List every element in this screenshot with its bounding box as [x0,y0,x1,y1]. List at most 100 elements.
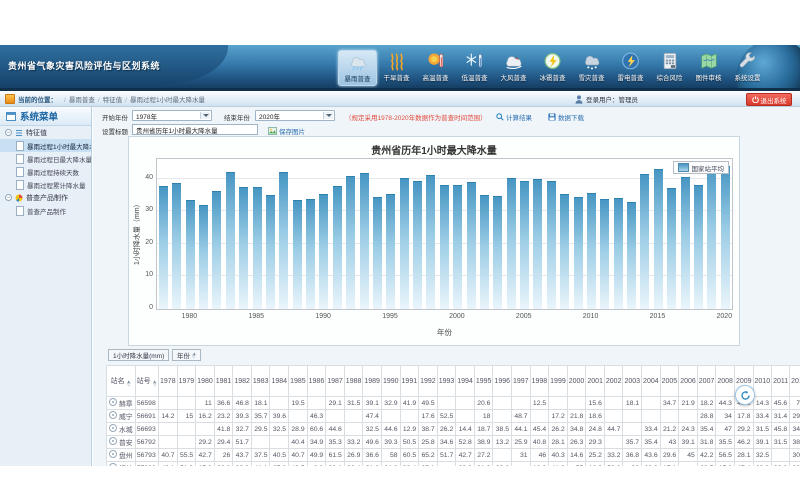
column-header-year-1987[interactable]: 1987 [326,366,345,397]
breadcrumb-item[interactable]: 暴雨过程1小时最大降水量 [130,97,205,104]
column-header-year-1988[interactable]: 1988 [344,366,363,397]
nav-item-干旱普查[interactable]: 干旱普查 [377,50,416,86]
column-header-year-2008[interactable]: 2008 [716,366,735,397]
collapse-icon[interactable]: − [5,194,12,201]
column-header-year-1978[interactable]: 1978 [159,366,178,397]
end-year-select[interactable]: 2020年 [255,110,335,121]
collapse-icon[interactable]: − [5,129,12,136]
menu-item-普查产品制作[interactable]: 普查产品制作 [0,204,91,217]
x-axis-tick: 1980 [174,313,204,320]
menu-item-暴雨过程日最大降水量[interactable]: 暴雨过程日最大降水量 [0,152,91,165]
value-cell [251,436,270,449]
menu-group-特征值[interactable]: −特征值 [0,126,91,139]
column-header-year-2010[interactable]: 2010 [753,366,772,397]
column-header-year-1990[interactable]: 1990 [381,366,400,397]
chart-bar-2006 [533,179,542,309]
column-header-year-1997[interactable]: 1997 [512,366,531,397]
nav-item-低温普查[interactable]: 低温普查 [455,50,494,86]
value-cell: 17.2 [549,410,568,423]
column-header-year-2011[interactable]: 2011 [772,366,790,397]
column-header-year-1991[interactable]: 1991 [400,366,419,397]
column-header-year-1979[interactable]: 1979 [177,366,196,397]
column-header-year-1984[interactable]: 1984 [270,366,289,397]
column-header-year-2006[interactable]: 2006 [679,366,698,397]
chart-bar-1978 [159,186,168,309]
value-cell: 48.7 [512,410,531,423]
nav-item-高温普查[interactable]: 高温普查 [416,50,455,86]
menu-group-普查产品制作[interactable]: −普查产品制作 [0,191,91,204]
nav-item-综合风险[interactable]: 综合风险 [650,50,689,86]
page-icon [16,154,24,164]
value-cell: 44.1 [512,423,531,436]
nav-item-雪灾普查[interactable]: 雪灾普查 [572,50,611,86]
column-header-year-1994[interactable]: 1994 [456,366,475,397]
column-header-station-name[interactable]: 站名 ▲▽ [107,366,136,397]
menu-item-暴雨过程持续天数[interactable]: 暴雨过程持续天数 [0,165,91,178]
station-id: 57606 [135,462,158,467]
data-download-button[interactable]: 数据下载 [548,112,584,122]
chart-bar-1993 [360,173,369,309]
value-cell [270,436,289,449]
refresh-button[interactable] [735,385,755,405]
expand-row-icon[interactable] [109,424,117,432]
column-header-year-2003[interactable]: 2003 [623,366,642,397]
value-cell: 36.8 [623,449,642,462]
column-header-year-2002[interactable]: 2002 [604,366,623,397]
value-cell: 17.8 [734,410,753,423]
breadcrumb-item[interactable]: 特征值 [103,97,123,104]
column-header-year-2005[interactable]: 2005 [660,366,679,397]
expand-row-icon[interactable] [109,411,117,419]
column-header-year-1981[interactable]: 1981 [214,366,233,397]
chart-title-input[interactable]: 贵州省历年1小时最大降水量 [132,124,258,135]
nav-item-图件审核[interactable]: 图件审核 [689,50,728,86]
nav-item-暴雨普查[interactable]: 暴雨普查 [338,50,377,86]
table-row-普安: 普安5679229.229.451.740.434.935.333.249.63… [107,436,800,449]
nav-item-雷电普查[interactable]: 雷电普查 [611,50,650,86]
column-header-year-1985[interactable]: 1985 [289,366,308,397]
expand-row-icon[interactable] [109,450,117,458]
breadcrumb-item[interactable]: 暴雨普查 [69,97,95,104]
value-cell: 33.2 [344,436,363,449]
column-header-year-1993[interactable]: 1993 [437,366,456,397]
unit-filter-box[interactable]: 1小时降水量(mm) [108,349,169,361]
save-image-button[interactable]: 保存图片 [268,126,305,136]
menu-item-暴雨过程1小时最大降水量[interactable]: 暴雨过程1小时最大降水量 [0,139,91,152]
column-header-year-1992[interactable]: 1992 [419,366,438,397]
year-sort-box[interactable]: 年份 ▲▽ [172,349,201,361]
nav-item-冰雹普查[interactable]: 冰雹普查 [533,50,572,86]
column-header-year-1995[interactable]: 1995 [474,366,493,397]
column-header-year-1998[interactable]: 1998 [530,366,549,397]
nav-item-大风普查[interactable]: 大风普查 [494,50,533,86]
start-year-select[interactable]: 1978年 [132,110,212,121]
column-header-year-2007[interactable]: 2007 [697,366,716,397]
column-header-year-1986[interactable]: 1986 [307,366,326,397]
chart-bar-1994 [373,197,382,309]
column-header-year-2004[interactable]: 2004 [642,366,661,397]
column-header-year-2000[interactable]: 2000 [567,366,586,397]
chart-bar-1982 [212,191,221,309]
column-header-year-1989[interactable]: 1989 [363,366,382,397]
expand-row-icon[interactable] [109,437,117,445]
logout-button[interactable]: 退出系统 [746,93,792,106]
column-header-year-1982[interactable]: 1982 [233,366,252,397]
breadcrumb-bar: 当前的位置： /暴雨普查/特征值/暴雨过程1小时最大降水量 登录用户：管理员 退… [0,91,800,107]
value-cell [623,423,642,436]
expand-row-icon[interactable] [109,398,117,406]
expand-row-icon[interactable] [109,463,117,466]
value-cell: 18.7 [474,423,493,436]
column-header-year-1999[interactable]: 1999 [549,366,568,397]
value-cell: 50.8 [604,462,623,467]
value-cell: 41.8 [214,423,233,436]
nav-item-系统设置[interactable]: 系统设置 [728,50,767,86]
column-header-year-2012[interactable]: 2012 [790,366,800,397]
column-header-year-1996[interactable]: 1996 [493,366,512,397]
column-header-year-2001[interactable]: 2001 [586,366,605,397]
chart-bar-1997 [413,181,422,309]
column-header-year-1983[interactable]: 1983 [251,366,270,397]
calc-result-button[interactable]: 计算结果 [496,112,532,122]
menu-item-暴雨过程累计降水量[interactable]: 暴雨过程累计降水量 [0,178,91,191]
value-cell: 23.6 [493,462,512,467]
column-header-station-id[interactable]: 站号 ▲▽ [135,366,158,397]
chart-bar-2001 [467,182,476,309]
column-header-year-1980[interactable]: 1980 [196,366,215,397]
